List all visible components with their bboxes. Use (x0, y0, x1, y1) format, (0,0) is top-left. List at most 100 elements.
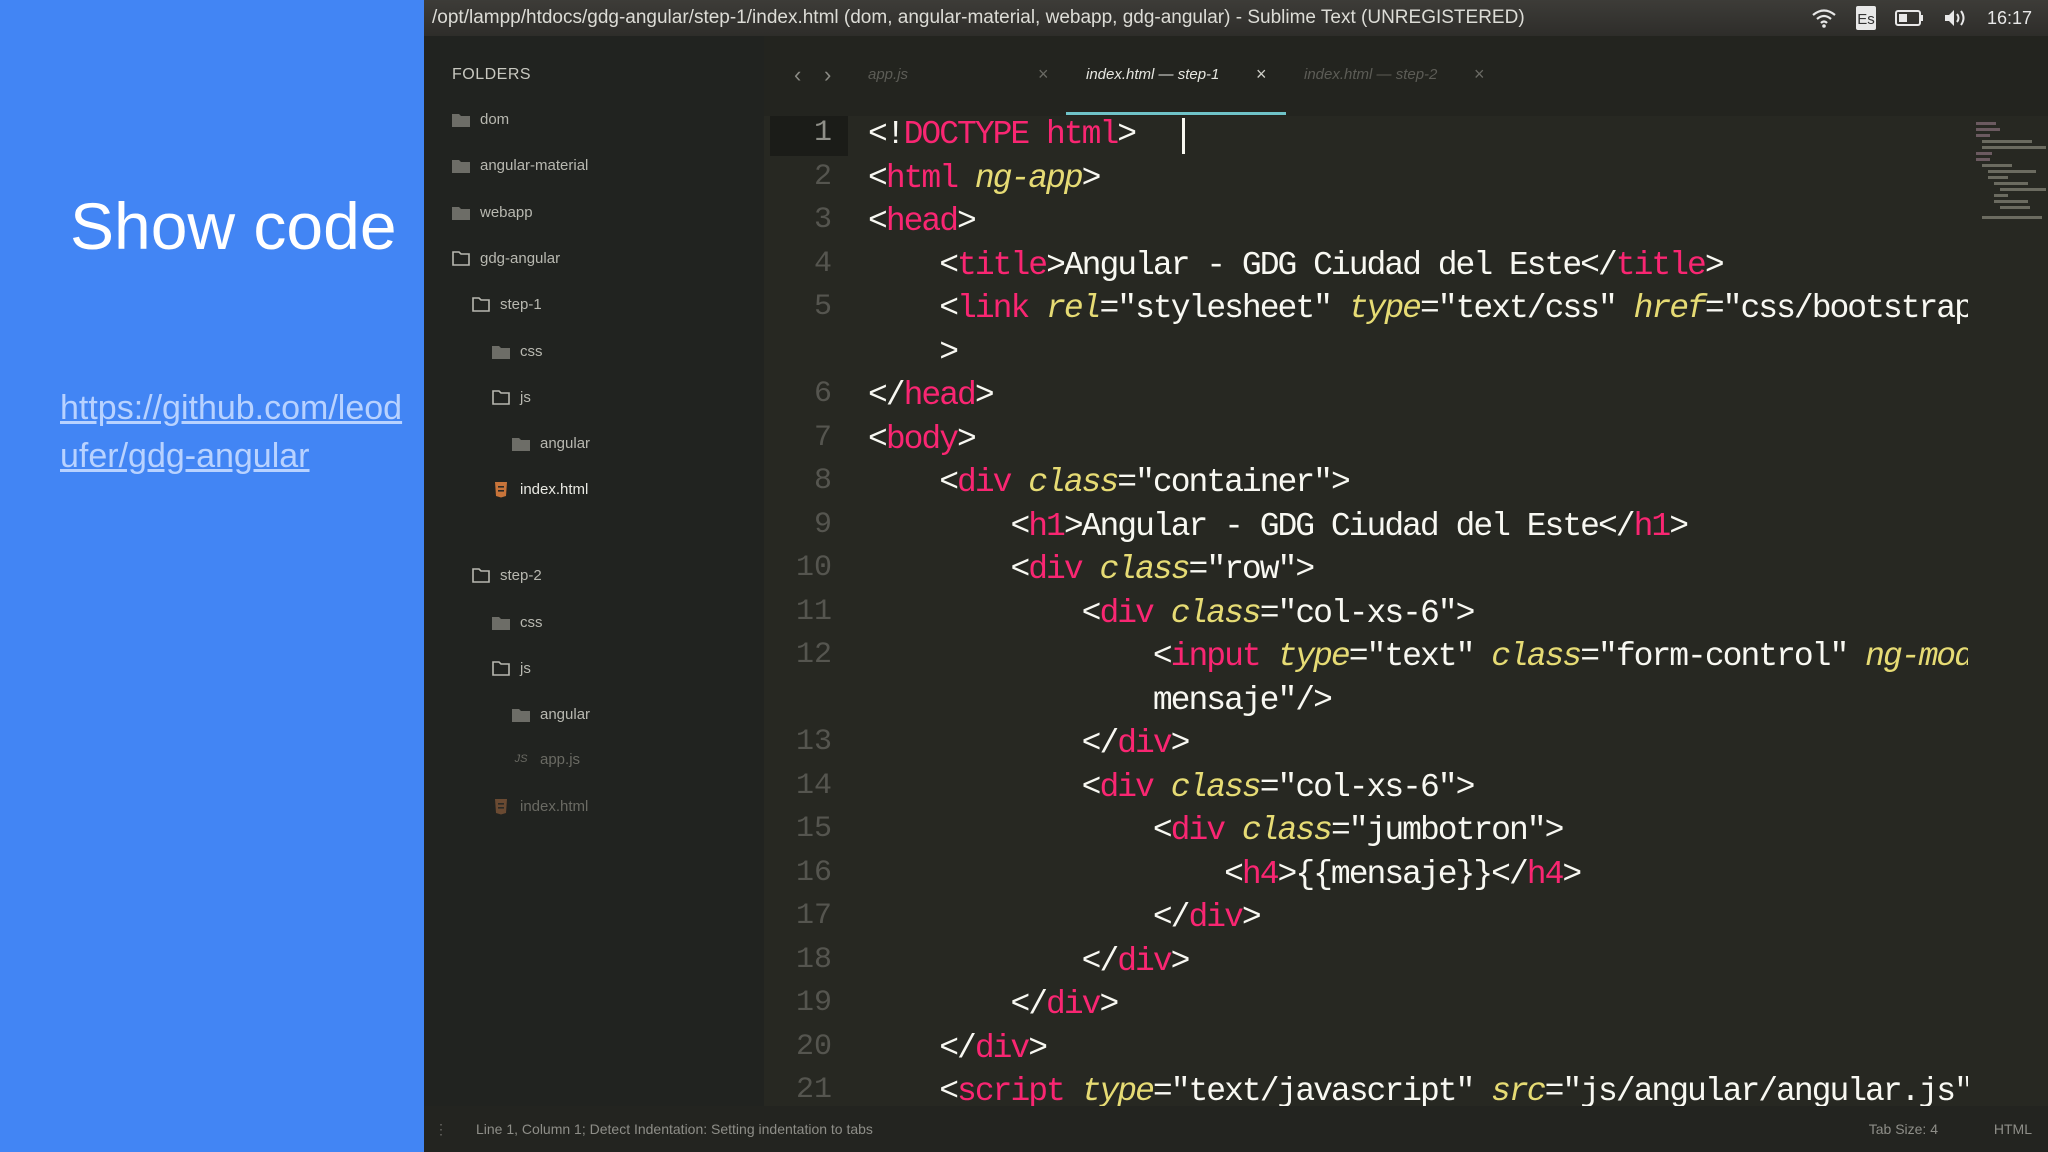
line-number: 3 (813, 203, 832, 237)
code-line[interactable]: </head> (868, 377, 995, 414)
code-line[interactable]: </div> (868, 986, 1119, 1023)
code-line[interactable]: <head> (868, 203, 977, 240)
folder-icon (492, 613, 510, 631)
syntax-button[interactable]: HTML (1994, 1106, 2032, 1152)
window-title: /opt/lampp/htdocs/gdg-angular/step-1/ind… (432, 7, 1525, 28)
code-line[interactable]: </div> (868, 725, 1191, 762)
battery-icon[interactable] (1894, 9, 1925, 27)
sidebar-item-js[interactable]: js (492, 384, 531, 410)
code-line[interactable]: <input type="text" class="form-control" … (868, 638, 1968, 675)
wifi-icon[interactable] (1811, 8, 1837, 28)
system-tray: Es 16:17 (1811, 0, 2032, 36)
folder-icon (452, 110, 470, 128)
sidebar-item-angular[interactable]: angular (512, 430, 590, 456)
svg-text:Es: Es (1857, 11, 1875, 28)
sidebar: FOLDERS dom angular-material webapp gdg-… (424, 36, 764, 1106)
line-number: 14 (795, 769, 832, 803)
line-number: 21 (795, 1073, 832, 1107)
code-line[interactable]: <div class="row"> (868, 551, 1315, 588)
editor[interactable]: ‹ › app.js × index.html — step-1 × index… (764, 36, 2048, 1107)
sidebar-item-css-step-2[interactable]: css (492, 609, 543, 635)
code-line[interactable]: <div class="col-xs-6"> (868, 769, 1476, 806)
status-message: Line 1, Column 1; Detect Indentation: Se… (476, 1121, 873, 1137)
volume-icon[interactable] (1943, 8, 1969, 28)
line-number: 16 (795, 856, 832, 890)
clock[interactable]: 16:17 (1987, 0, 2032, 36)
sidebar-item-step-2[interactable]: step-2 (472, 562, 542, 588)
line-number: 18 (795, 943, 832, 977)
line-number: 6 (813, 377, 832, 411)
sidebar-item-dom[interactable]: dom (452, 106, 509, 132)
line-number: 10 (795, 551, 832, 585)
sidebar-item-step-1[interactable]: step-1 (472, 291, 542, 317)
code-line[interactable]: <html ng-app> (868, 160, 1101, 197)
line-number: 12 (795, 638, 832, 672)
chevron-right-icon[interactable]: › (824, 62, 831, 88)
line-number: 4 (813, 247, 832, 281)
code-area[interactable]: <!DOCTYPE html> <html ng-app> <head> <titl… (868, 36, 1968, 1106)
folder-icon (492, 342, 510, 360)
code-line[interactable]: <div class="container"> (868, 464, 1351, 501)
line-number: 7 (813, 421, 832, 455)
folders-header: FOLDERS (452, 66, 532, 83)
status-menu-icon[interactable]: ⋮ (434, 1106, 448, 1152)
line-number: 8 (813, 464, 832, 498)
sidebar-item-index-html-step-2[interactable]: index.html (492, 793, 588, 819)
code-line[interactable]: mensaje"/> (868, 682, 1333, 719)
js-file-icon: JS (514, 753, 528, 765)
code-line[interactable]: <div class="col-xs-6"> (868, 595, 1476, 632)
code-line[interactable]: <script type="text/javascript" src="js/a… (868, 1073, 1968, 1106)
line-number: 20 (795, 1030, 832, 1064)
code-line[interactable]: <link rel="stylesheet" type="text/css" h… (868, 290, 1968, 327)
sidebar-item-app-js[interactable]: JS app.js (512, 746, 580, 772)
html-file-icon (492, 480, 510, 498)
sidebar-item-gdg-angular[interactable]: gdg-angular (452, 245, 560, 271)
code-line[interactable]: <h1>Angular - GDG Ciudad del Este</h1> (868, 508, 1689, 545)
code-line[interactable]: <title>Angular - GDG Ciudad del Este</ti… (868, 247, 1724, 284)
code-line[interactable]: <div class="jumbotron"> (868, 812, 1565, 849)
folder-icon (452, 156, 470, 174)
line-number: 2 (813, 160, 832, 194)
sublime-window: /opt/lampp/htdocs/gdg-angular/step-1/ind… (424, 0, 2048, 1152)
line-number: 19 (795, 986, 832, 1020)
line-number: 13 (795, 725, 832, 759)
code-line[interactable]: > (868, 334, 959, 371)
title-bar: /opt/lampp/htdocs/gdg-angular/step-1/ind… (424, 0, 2048, 36)
sidebar-item-js-step-2[interactable]: js (492, 655, 531, 681)
sidebar-item-index-html-step-1[interactable]: index.html (492, 476, 588, 502)
sidebar-item-webapp[interactable]: webapp (452, 199, 533, 225)
sidebar-item-angular-material[interactable]: angular-material (452, 152, 588, 178)
minimap[interactable] (1970, 116, 2048, 236)
sidebar-item-angular-step-2[interactable]: angular (512, 701, 590, 727)
code-line[interactable]: <h4>{{mensaje}}</h4> (868, 856, 1582, 893)
status-bar: ⋮ Line 1, Column 1; Detect Indentation: … (424, 1106, 2048, 1152)
html-file-icon (492, 797, 510, 815)
folder-icon (512, 705, 530, 723)
folder-open-icon (492, 388, 510, 406)
line-number: 11 (795, 595, 832, 629)
code-line[interactable]: </div> (868, 1030, 1048, 1067)
folder-open-icon (472, 566, 490, 584)
line-number: 15 (795, 812, 832, 846)
tab-size-button[interactable]: Tab Size: 4 (1869, 1106, 1938, 1152)
line-number: 5 (813, 290, 832, 324)
slide-title: Show code (70, 189, 397, 263)
folder-icon (512, 434, 530, 452)
chevron-left-icon[interactable]: ‹ (794, 62, 801, 88)
folder-open-icon (452, 249, 470, 267)
code-line[interactable]: </div> (868, 943, 1191, 980)
code-line[interactable]: <body> (868, 421, 977, 458)
code-line[interactable]: </div> (868, 899, 1262, 936)
keyboard-icon[interactable]: Es (1855, 5, 1877, 31)
github-link[interactable]: https://github.com/leodufer/gdg-angular (60, 384, 410, 480)
sidebar-item-css[interactable]: css (492, 338, 543, 364)
slide-panel: Show code https://github.com/leodufer/gd… (0, 0, 424, 1152)
folder-open-icon (472, 295, 490, 313)
line-number: 17 (795, 899, 832, 933)
folder-open-icon (492, 659, 510, 677)
line-number: 1 (813, 116, 832, 150)
text-cursor (1182, 118, 1185, 154)
code-line[interactable]: <!DOCTYPE html> (868, 116, 1137, 153)
folder-icon (452, 203, 470, 221)
line-number: 9 (813, 508, 832, 542)
